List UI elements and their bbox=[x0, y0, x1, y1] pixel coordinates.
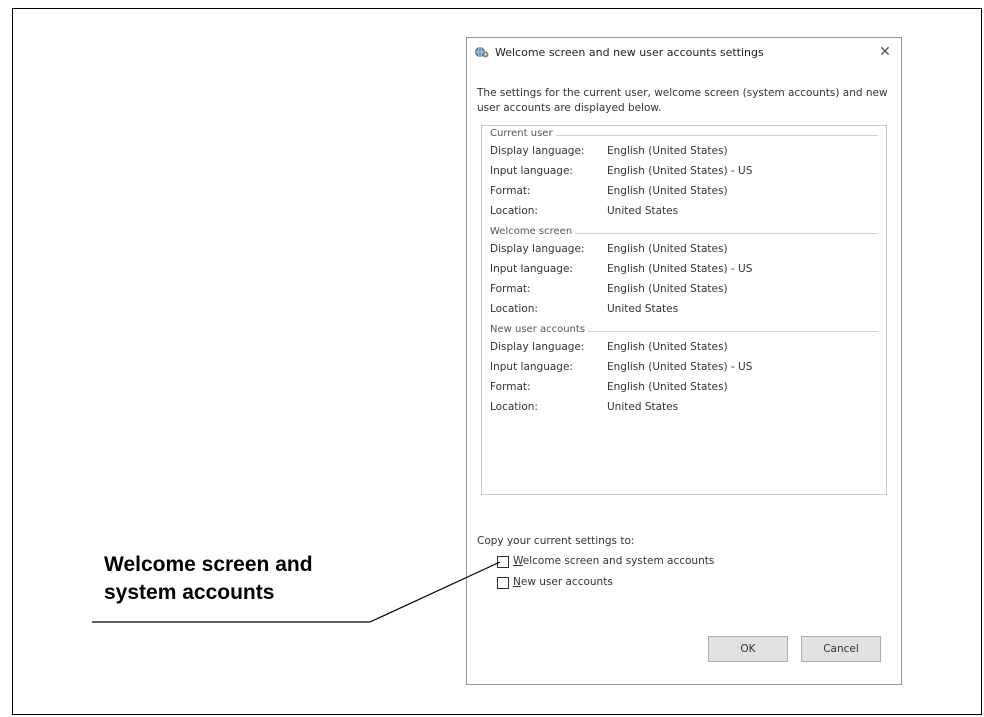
callout-leader-line bbox=[92, 561, 501, 623]
